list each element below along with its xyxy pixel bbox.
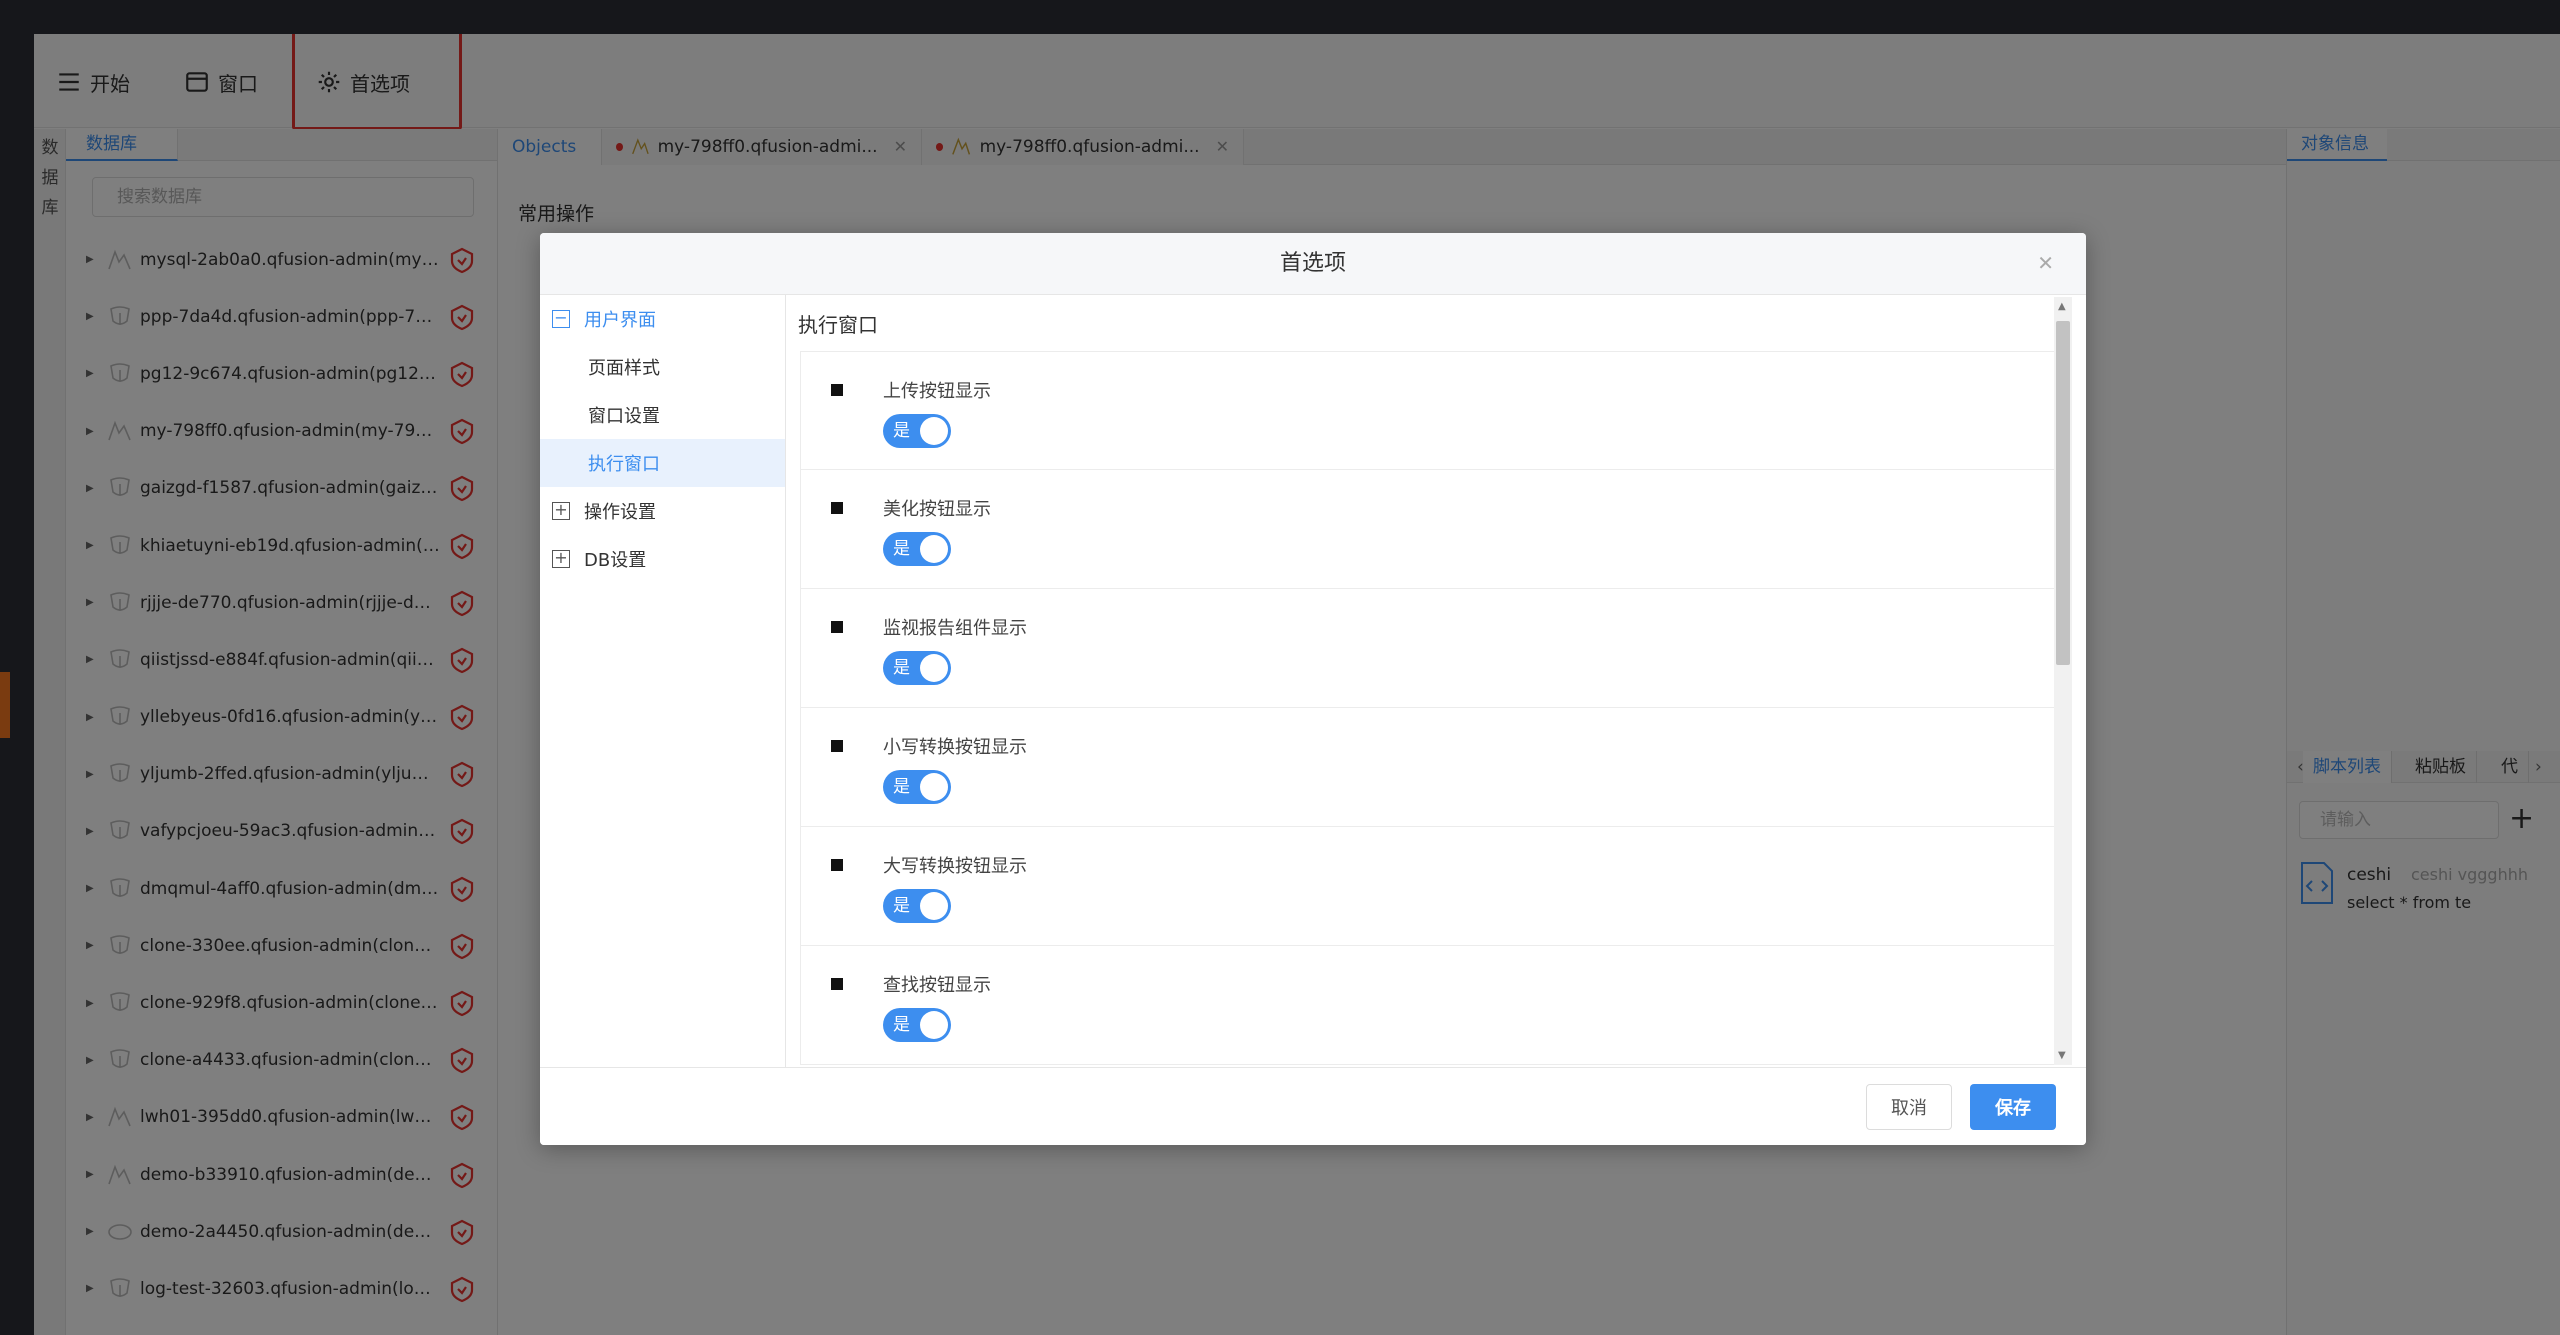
nav-user-interface[interactable]: − 用户界面 xyxy=(540,295,785,343)
toggle-knob xyxy=(920,773,948,801)
preferences-dialog: 首选项 ✕ − 用户界面 页面样式 窗口设置 执行窗口 + 操作设置 + DB设… xyxy=(540,233,2086,1145)
nav-label: 窗口设置 xyxy=(588,406,660,427)
setting-row: 监视报告组件显示是 xyxy=(800,589,2056,708)
toggle-knob xyxy=(920,535,948,563)
nav-operation-settings[interactable]: + 操作设置 xyxy=(540,487,785,535)
bullet-icon xyxy=(831,384,843,396)
preferences-content: 执行窗口 上传按钮显示是美化按钮显示是监视报告组件显示是小写转换按钮显示是大写转… xyxy=(786,295,2086,1067)
dialog-title: 首选项 xyxy=(1279,251,1346,276)
setting-row: 小写转换按钮显示是 xyxy=(800,708,2056,827)
setting-toggle[interactable]: 是 xyxy=(883,889,951,923)
nav-label: DB设置 xyxy=(584,550,647,571)
content-scrollbar[interactable]: ▲ ▼ xyxy=(2054,297,2072,1065)
bullet-icon xyxy=(831,859,843,871)
scroll-up-icon[interactable]: ▲ xyxy=(2058,301,2066,312)
expand-icon[interactable]: + xyxy=(552,550,570,568)
setting-toggle[interactable]: 是 xyxy=(883,770,951,804)
toggle-text: 是 xyxy=(893,896,910,916)
setting-label: 美化按钮显示 xyxy=(883,499,991,520)
setting-row: 美化按钮显示是 xyxy=(800,470,2056,589)
bullet-icon xyxy=(831,502,843,514)
toggle-text: 是 xyxy=(893,421,910,441)
close-icon[interactable]: ✕ xyxy=(2037,251,2054,275)
dialog-header: 首选项 ✕ xyxy=(540,233,2086,295)
settings-list: 上传按钮显示是美化按钮显示是监视报告组件显示是小写转换按钮显示是大写转换按钮显示… xyxy=(800,351,2056,1065)
toggle-knob xyxy=(920,892,948,920)
nav-page-style[interactable]: 页面样式 xyxy=(540,343,785,391)
setting-row: 大写转换按钮显示是 xyxy=(800,827,2056,946)
toggle-knob xyxy=(920,417,948,445)
save-button[interactable]: 保存 xyxy=(1970,1084,2056,1130)
setting-toggle[interactable]: 是 xyxy=(883,651,951,685)
nav-label: 页面样式 xyxy=(588,358,660,379)
scrollbar-thumb[interactable] xyxy=(2056,321,2070,665)
toggle-knob xyxy=(920,654,948,682)
setting-toggle[interactable]: 是 xyxy=(883,532,951,566)
bullet-icon xyxy=(831,621,843,633)
setting-toggle[interactable]: 是 xyxy=(883,1008,951,1042)
nav-label: 执行窗口 xyxy=(588,454,660,475)
setting-row: 上传按钮显示是 xyxy=(800,351,2056,470)
collapse-icon[interactable]: − xyxy=(552,310,570,328)
expand-icon[interactable]: + xyxy=(552,502,570,520)
setting-row: 查找按钮显示是 xyxy=(800,946,2056,1065)
scroll-down-icon[interactable]: ▼ xyxy=(2058,1050,2066,1061)
toggle-knob xyxy=(920,1011,948,1039)
nav-window-settings[interactable]: 窗口设置 xyxy=(540,391,785,439)
toggle-text: 是 xyxy=(893,1015,910,1035)
setting-label: 大写转换按钮显示 xyxy=(883,856,1027,877)
nav-label: 用户界面 xyxy=(584,310,656,331)
nav-label: 操作设置 xyxy=(584,502,656,523)
content-title: 执行窗口 xyxy=(798,313,878,337)
toggle-text: 是 xyxy=(893,658,910,678)
setting-toggle[interactable]: 是 xyxy=(883,414,951,448)
nav-db-settings[interactable]: + DB设置 xyxy=(540,535,785,583)
toggle-text: 是 xyxy=(893,539,910,559)
dialog-footer: 取消 保存 xyxy=(540,1067,2086,1145)
bullet-icon xyxy=(831,740,843,752)
preferences-nav: − 用户界面 页面样式 窗口设置 执行窗口 + 操作设置 + DB设置 xyxy=(540,295,786,1067)
setting-label: 监视报告组件显示 xyxy=(883,618,1027,639)
setting-label: 小写转换按钮显示 xyxy=(883,737,1027,758)
setting-label: 查找按钮显示 xyxy=(883,975,991,996)
bullet-icon xyxy=(831,978,843,990)
nav-exec-window[interactable]: 执行窗口 xyxy=(540,439,785,487)
cancel-button[interactable]: 取消 xyxy=(1866,1084,1952,1130)
setting-label: 上传按钮显示 xyxy=(883,381,991,402)
toggle-text: 是 xyxy=(893,777,910,797)
